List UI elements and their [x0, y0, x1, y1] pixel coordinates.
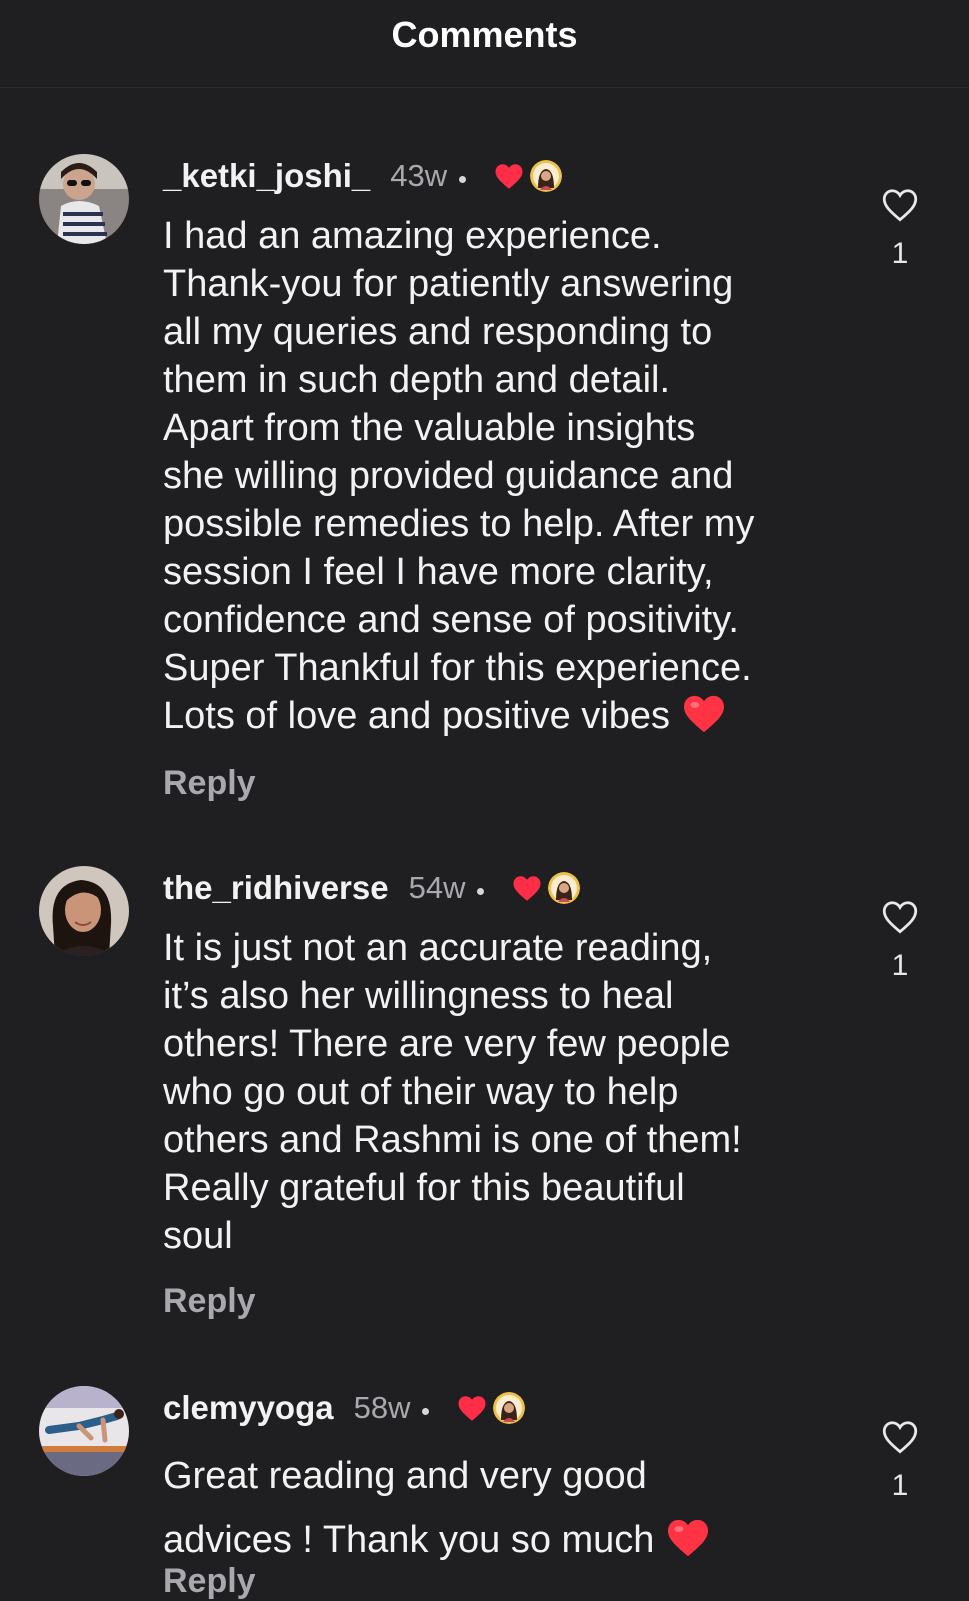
comment-meta: _ketki_joshi_ 43w	[163, 154, 563, 198]
creator-avatar-icon	[493, 1392, 526, 1424]
heart-emoji-icon	[681, 694, 727, 734]
heart-outline-icon[interactable]	[880, 900, 920, 939]
like-count: 1	[891, 237, 909, 270]
like-control: 1	[880, 188, 920, 271]
username[interactable]: clemyyoga	[163, 1389, 334, 1427]
creator-avatar-icon	[530, 160, 563, 192]
comment-meta: the_ridhiverse 54w	[163, 866, 581, 910]
reply-button[interactable]: Reply	[163, 764, 256, 803]
timestamp: 54w	[408, 870, 466, 905]
liked-by-creator-heart-icon	[494, 163, 524, 190]
separator-dot	[459, 175, 467, 183]
comment-meta: clemyyoga 58w	[163, 1386, 526, 1430]
avatar[interactable]	[39, 1386, 129, 1476]
heart-outline-icon[interactable]	[880, 1420, 920, 1459]
like-control: 1	[880, 1420, 920, 1503]
comment-text: It is just not an accurate reading, it’s…	[163, 927, 742, 1257]
like-count: 1	[891, 1469, 909, 1502]
page-title: Comments	[391, 14, 578, 55]
creator-avatar-icon	[548, 872, 581, 904]
comments-header: Comments	[0, 0, 969, 88]
avatar[interactable]	[39, 866, 129, 956]
separator-dot	[477, 887, 485, 895]
timestamp: 43w	[390, 158, 448, 193]
reply-button[interactable]: Reply	[163, 1282, 256, 1321]
username[interactable]: the_ridhiverse	[163, 869, 389, 907]
avatar[interactable]	[39, 154, 129, 244]
liked-by-creator-heart-icon	[457, 1395, 487, 1422]
heart-emoji-icon	[665, 1514, 711, 1557]
comment-text: I had an amazing experience. Thank-you f…	[163, 215, 755, 737]
comment-text: Great reading and very good advices ! Th…	[163, 1444, 843, 1572]
like-count: 1	[891, 949, 909, 982]
username[interactable]: _ketki_joshi_	[163, 157, 370, 195]
like-control: 1	[880, 900, 920, 983]
separator-dot	[422, 1407, 430, 1415]
timestamp: 58w	[353, 1390, 411, 1425]
reply-button[interactable]: Reply	[163, 1562, 256, 1601]
liked-by-creator-heart-icon	[512, 875, 542, 902]
heart-outline-icon[interactable]	[880, 188, 920, 227]
